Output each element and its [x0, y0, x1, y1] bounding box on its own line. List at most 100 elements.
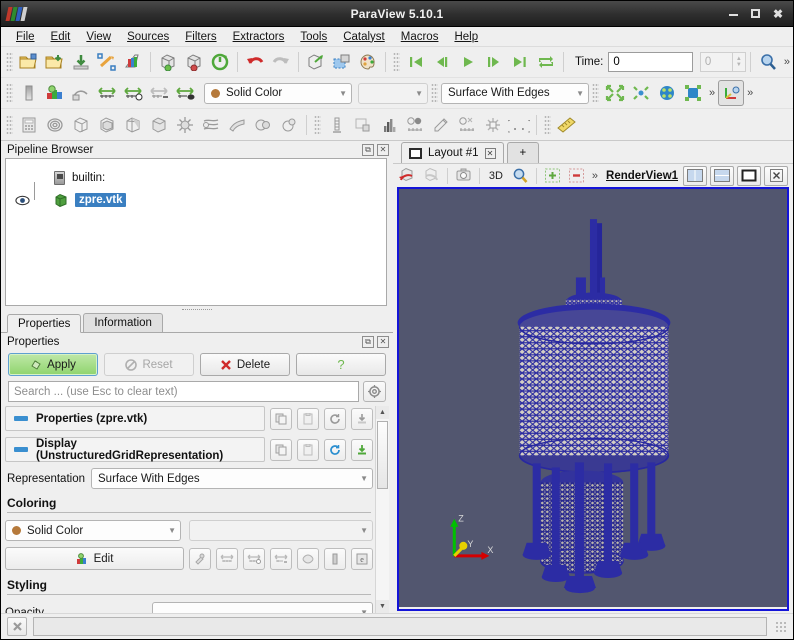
scalar-bar-toggle-icon[interactable] [297, 548, 319, 570]
size-grip[interactable] [775, 621, 787, 633]
capture-screenshot-icon[interactable] [452, 165, 475, 187]
split-add-icon[interactable] [541, 165, 564, 187]
pipeline-item-builtin[interactable]: builtin: [6, 167, 386, 189]
menu-catalyst[interactable]: Catalyst [336, 29, 392, 45]
close-button[interactable]: ✖ [773, 8, 783, 20]
save-defaults-icon[interactable] [351, 439, 373, 461]
rescale-visible-icon[interactable] [146, 80, 172, 106]
properties-section[interactable]: Properties (zpre.vtk) [5, 406, 265, 431]
python-calculator-icon[interactable] [480, 112, 506, 138]
rescale-data-range-icon[interactable] [68, 80, 94, 106]
rescale-over-time-icon[interactable] [172, 80, 198, 106]
reset-session-icon[interactable] [207, 49, 233, 75]
layout-tab-close-icon[interactable]: ✕ [485, 148, 496, 159]
select-region-icon[interactable] [329, 49, 355, 75]
menu-extractors[interactable]: Extractors [226, 29, 292, 45]
coloring-component-combo[interactable]: ▼ [358, 83, 428, 104]
opacity-input[interactable]: ▼ [152, 602, 373, 613]
save-data-icon[interactable] [68, 49, 94, 75]
active-view-name[interactable]: RenderView1 [606, 170, 678, 182]
split-vertical-icon[interactable] [710, 166, 734, 186]
menu-macros[interactable]: Macros [394, 29, 446, 45]
center-axes-icon[interactable] [654, 80, 680, 106]
open-file-icon[interactable] [16, 49, 42, 75]
menu-help[interactable]: Help [447, 29, 485, 45]
scrollbar-track[interactable] [376, 419, 389, 600]
scroll-down-arrow-icon[interactable]: ▼ [376, 600, 389, 613]
redo-icon[interactable] [268, 49, 294, 75]
edit-opacity-icon[interactable]: e [351, 548, 373, 570]
contour-icon[interactable] [42, 112, 68, 138]
zoom-to-data-icon[interactable] [628, 80, 654, 106]
maximize-view-icon[interactable] [737, 166, 761, 186]
loop-icon[interactable] [533, 49, 559, 75]
toolbar-grip[interactable] [6, 115, 13, 135]
pick-center-icon[interactable] [680, 80, 706, 106]
pipeline-undock-button[interactable]: ⧉ [362, 144, 374, 156]
disconnect-server-icon[interactable] [181, 49, 207, 75]
delete-button[interactable]: Delete [200, 353, 290, 376]
next-frame-icon[interactable] [481, 49, 507, 75]
layout-tab-add[interactable]: + [507, 142, 540, 163]
copy-icon[interactable] [270, 408, 292, 430]
maximize-button[interactable] [751, 9, 760, 18]
menu-filters[interactable]: Filters [178, 29, 223, 45]
undo-camera-icon[interactable] [396, 165, 419, 187]
coloring-array-combo[interactable]: Solid Color ▼ [204, 83, 352, 104]
copy-icon[interactable] [270, 439, 292, 461]
properties-close-button[interactable]: ✕ [377, 336, 389, 348]
view-toolbar-overflow[interactable]: » [589, 170, 601, 182]
rescale-temporal-icon[interactable] [120, 80, 146, 106]
paste-icon[interactable] [297, 439, 319, 461]
first-frame-icon[interactable] [403, 49, 429, 75]
split-horizontal-icon[interactable] [683, 166, 707, 186]
axes-grid-icon[interactable] [324, 112, 350, 138]
gear-icon[interactable] [363, 381, 386, 402]
toolbar-grip[interactable] [431, 83, 438, 103]
split-remove-icon[interactable] [565, 165, 588, 187]
toolbar-overflow-2[interactable]: » [706, 87, 718, 99]
plot-over-line-icon[interactable] [350, 112, 376, 138]
camera-undo-icon[interactable] [303, 49, 329, 75]
save-screenshot-icon[interactable] [94, 49, 120, 75]
connect-server-icon[interactable] [155, 49, 181, 75]
threshold-icon[interactable] [120, 112, 146, 138]
stream-tracer-icon[interactable] [198, 112, 224, 138]
toolbar-grip[interactable] [6, 52, 13, 72]
toolbar-grip[interactable] [6, 83, 13, 103]
toolbar-overflow-3[interactable]: » [744, 87, 756, 99]
glyph-icon[interactable] [172, 112, 198, 138]
color-palette-icon[interactable] [355, 49, 381, 75]
restore-defaults-icon[interactable] [324, 408, 346, 430]
reset-camera-icon[interactable] [602, 80, 628, 106]
rescale-custom-icon[interactable] [94, 80, 120, 106]
menu-edit[interactable]: Edit [44, 29, 78, 45]
extract-level-icon[interactable] [276, 112, 302, 138]
menu-tools[interactable]: Tools [293, 29, 334, 45]
scroll-up-arrow-icon[interactable]: ▲ [376, 406, 389, 419]
histogram-icon[interactable] [376, 112, 402, 138]
ruler-icon[interactable] [554, 112, 580, 138]
pipeline-browser-list[interactable]: builtin: zpre.vtk [5, 158, 387, 306]
toolbar-grip[interactable] [393, 52, 400, 72]
scalar-bar-icon[interactable] [16, 80, 42, 106]
time-input[interactable]: 0 [608, 52, 693, 72]
representation-type-combo[interactable]: Surface With Edges ▼ [441, 83, 589, 104]
programmable-filter-icon[interactable]: {..} [506, 112, 532, 138]
clip-icon[interactable] [68, 112, 94, 138]
tab-information[interactable]: Information [83, 313, 163, 332]
edit-color-map-icon[interactable] [42, 80, 68, 106]
menu-sources[interactable]: Sources [120, 29, 176, 45]
restore-defaults-icon[interactable] [324, 439, 346, 461]
render-view-canvas[interactable]: Z Y X [399, 189, 787, 607]
toolbar-grip[interactable] [592, 83, 599, 103]
progress-abort-icon[interactable] [7, 617, 27, 636]
properties-search-input[interactable]: Search ... (use Esc to clear text) [8, 381, 359, 402]
layout-tab-1[interactable]: Layout #1 ✕ [401, 142, 504, 163]
group-datasets-icon[interactable] [250, 112, 276, 138]
rescale-custom-range-icon[interactable] [243, 548, 265, 570]
rescale-data-range-icon[interactable] [216, 548, 238, 570]
frame-index-input[interactable]: 0 [700, 52, 733, 72]
help-button[interactable]: ? [296, 353, 386, 376]
previous-frame-icon[interactable] [429, 49, 455, 75]
